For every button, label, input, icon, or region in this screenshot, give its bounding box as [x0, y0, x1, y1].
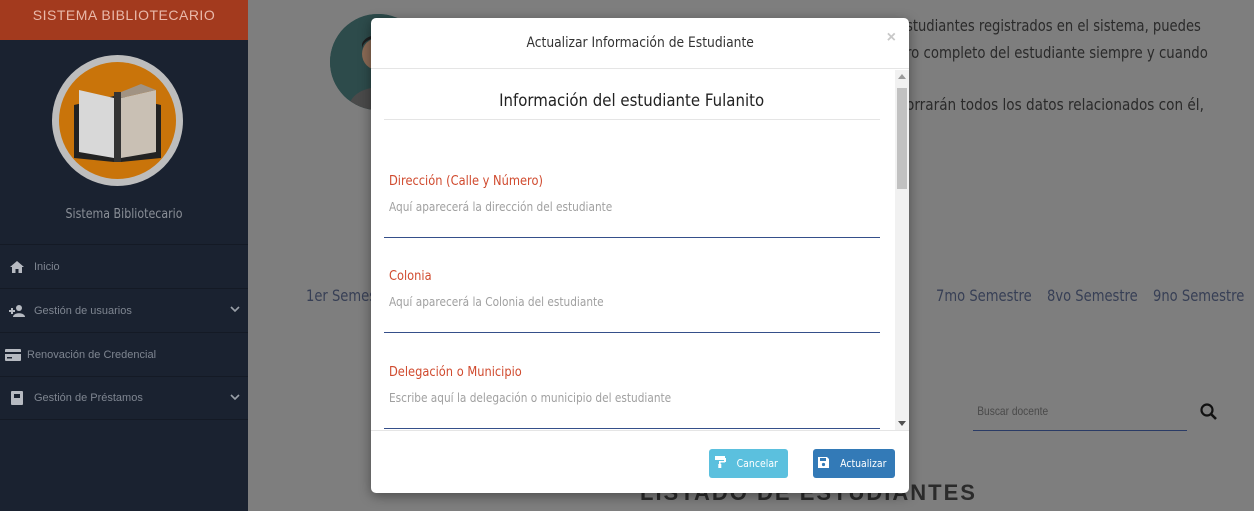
- cancel-button[interactable]: Cancelar: [709, 449, 788, 478]
- tab-semester[interactable]: 7mo Semestre: [936, 286, 1032, 305]
- section-title: Información del estudiante Fulanito: [384, 69, 880, 120]
- tab-semester[interactable]: 9no Semestre: [1153, 286, 1244, 305]
- section-title-text: Información del estudiante Fulanito: [499, 91, 765, 111]
- modal-scrollbar[interactable]: [895, 70, 909, 430]
- modal-title: Actualizar Información de Estudiante: [526, 35, 754, 51]
- update-button[interactable]: Actualizar: [813, 449, 895, 478]
- tab-semester[interactable]: 8vo Semestre: [1047, 286, 1138, 305]
- sidebar-item-renovacion[interactable]: Renovación de Credencial: [0, 332, 248, 376]
- update-label: Actualizar: [839, 457, 887, 470]
- cancel-label: Cancelar: [736, 457, 779, 470]
- sidebar-brand: SISTEMA BIBLIOTECARIO: [0, 0, 248, 40]
- address-input[interactable]: [389, 200, 812, 214]
- modal-body: Información del estudiante Fulanito Dire…: [371, 69, 909, 430]
- search-docente-input[interactable]: Buscar docente: [973, 400, 1187, 431]
- paint-roller-icon: [715, 456, 727, 471]
- open-book-icon: [74, 84, 161, 162]
- sidebar-item-gestion-usuarios[interactable]: Gestión de usuarios: [0, 288, 248, 332]
- add-user-icon: [8, 304, 26, 318]
- address-field: Dirección (Calle y Número): [384, 174, 880, 238]
- credit-card-icon: [4, 348, 22, 362]
- home-icon: [8, 260, 26, 274]
- colonia-field: Colonia: [384, 269, 880, 333]
- sidebar: SISTEMA BIBLIOTECARIO Sistema Biblioteca…: [0, 0, 248, 511]
- sidebar-menu: Inicio Gestión de usuarios Renovación de…: [0, 244, 248, 420]
- update-student-modal: Actualizar Información de Estudiante × I…: [371, 18, 909, 493]
- intro-paragraph-line: ro completo del estudiante siempre y cua…: [906, 43, 1208, 62]
- sidebar-item-label: Gestión de Préstamos: [34, 392, 143, 404]
- library-logo: [52, 55, 183, 186]
- scroll-down-arrow-icon[interactable]: [898, 421, 906, 426]
- modal-footer: Cancelar Actualizar: [371, 430, 909, 493]
- sidebar-item-inicio[interactable]: Inicio: [0, 244, 248, 288]
- scroll-thumb[interactable]: [897, 88, 907, 189]
- municipio-input[interactable]: [389, 391, 812, 405]
- colonia-input[interactable]: [389, 295, 812, 309]
- sidebar-subtitle: Sistema Bibliotecario: [65, 207, 183, 222]
- sidebar-item-label: Renovación de Credencial: [27, 348, 157, 361]
- search-icon[interactable]: [1199, 402, 1219, 427]
- modal-header: Actualizar Información de Estudiante ×: [371, 18, 909, 69]
- address-label: Dirección (Calle y Número): [389, 174, 543, 189]
- search-placeholder: Buscar docente: [977, 404, 1049, 418]
- chevron-down-icon: [230, 304, 240, 316]
- sidebar-item-label: Inicio: [34, 260, 60, 273]
- municipio-label: Delegación o Municipio: [389, 365, 522, 380]
- sidebar-item-label: Gestión de usuarios: [34, 304, 132, 317]
- intro-paragraph-line: studiantes registrados en el sistema, pu…: [906, 16, 1201, 35]
- save-icon: [817, 456, 829, 471]
- scroll-up-arrow-icon[interactable]: [898, 74, 906, 79]
- tab-semester[interactable]: 1er Semest: [306, 286, 381, 305]
- chevron-down-icon: [230, 392, 240, 404]
- colonia-label: Colonia: [389, 269, 432, 284]
- close-icon[interactable]: ×: [887, 29, 896, 47]
- sidebar-item-gestion-prestamos[interactable]: Gestión de Préstamos: [0, 376, 248, 420]
- intro-paragraph-line: orrarán todos los datos relacionados con…: [906, 95, 1204, 114]
- municipio-field: Delegación o Municipio: [384, 365, 880, 429]
- book-icon: [8, 391, 26, 405]
